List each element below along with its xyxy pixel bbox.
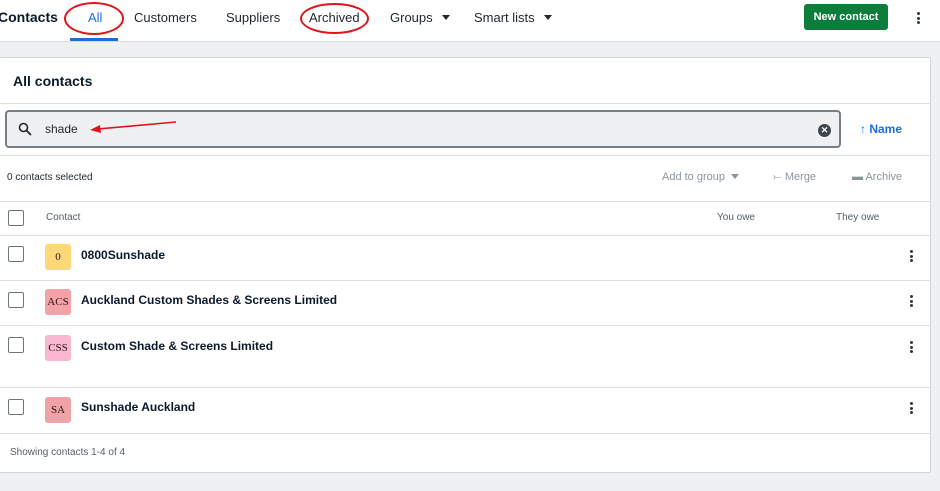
tab-suppliers[interactable]: Suppliers — [226, 10, 280, 25]
tab-customers[interactable]: Customers — [134, 10, 197, 25]
contact-name[interactable]: Sunshade Auckland — [81, 400, 195, 414]
row-menu-icon[interactable] — [905, 340, 917, 354]
archive-label: Archive — [865, 171, 903, 183]
avatar: CSS — [45, 335, 71, 361]
tab-smart-lists-label: Smart lists — [474, 10, 535, 25]
tab-groups[interactable]: Groups — [390, 10, 450, 25]
clear-search-icon[interactable]: ✕ — [818, 124, 831, 137]
row-checkbox[interactable] — [8, 399, 24, 415]
add-to-group-button[interactable]: Add to group — [662, 171, 739, 183]
divider — [0, 325, 930, 326]
contact-name[interactable]: Custom Shade & Screens Limited — [81, 339, 273, 353]
chevron-down-icon — [731, 174, 739, 179]
select-all-checkbox[interactable] — [8, 210, 24, 226]
add-to-group-label: Add to group — [662, 171, 725, 183]
annotation-arrow — [90, 121, 177, 133]
tab-all[interactable]: All — [88, 10, 102, 25]
divider — [0, 235, 930, 236]
row-menu-icon[interactable] — [905, 249, 917, 263]
merge-button[interactable]: ⤚ Merge — [773, 171, 816, 184]
avatar: ACS — [45, 289, 71, 315]
contact-name[interactable]: Auckland Custom Shades & Screens Limited — [81, 293, 337, 307]
selected-count: 0 contacts selected — [7, 172, 93, 183]
merge-label: Merge — [784, 171, 817, 183]
avatar: 0 — [45, 244, 71, 270]
tab-groups-label: Groups — [390, 10, 433, 25]
pagination-summary: Showing contacts 1-4 of 4 — [10, 447, 126, 458]
more-options-icon[interactable] — [912, 11, 924, 25]
row-checkbox[interactable] — [8, 246, 24, 262]
sort-by-name-button[interactable]: ↑ Name — [860, 122, 902, 136]
top-nav: Contacts All Customers Suppliers Archive… — [0, 0, 940, 42]
new-contact-button[interactable]: New contact — [804, 4, 888, 30]
divider — [0, 103, 930, 104]
tab-archived[interactable]: Archived — [309, 10, 360, 25]
column-you-owe[interactable]: You owe — [717, 212, 755, 223]
column-contact[interactable]: Contact — [46, 212, 80, 223]
active-tab-indicator — [70, 38, 118, 41]
divider — [0, 280, 930, 281]
row-checkbox[interactable] — [8, 337, 24, 353]
divider — [0, 155, 930, 156]
archive-icon: ▬ — [852, 171, 863, 183]
page-title: Contacts — [0, 9, 58, 25]
sort-label: Name — [869, 122, 903, 136]
card-title: All contacts — [13, 73, 93, 89]
tab-smart-lists[interactable]: Smart lists — [474, 10, 552, 25]
merge-icon: ⤚ — [773, 171, 782, 183]
arrow-up-icon: ↑ — [860, 122, 866, 136]
row-menu-icon[interactable] — [905, 401, 917, 415]
column-they-owe[interactable]: They owe — [836, 212, 879, 223]
chevron-down-icon — [441, 15, 450, 20]
row-checkbox[interactable] — [8, 292, 24, 308]
divider — [0, 433, 930, 434]
row-menu-icon[interactable] — [905, 294, 917, 308]
contact-name[interactable]: 0800Sunshade — [81, 248, 165, 262]
contacts-card: All contacts ✕ ↑ Name 0 contacts selecte… — [0, 57, 931, 473]
chevron-down-icon — [543, 15, 552, 20]
search-icon — [18, 122, 32, 136]
avatar: SA — [45, 397, 71, 423]
archive-button[interactable]: ▬ Archive — [852, 171, 902, 183]
divider — [0, 201, 930, 202]
divider — [0, 387, 930, 388]
